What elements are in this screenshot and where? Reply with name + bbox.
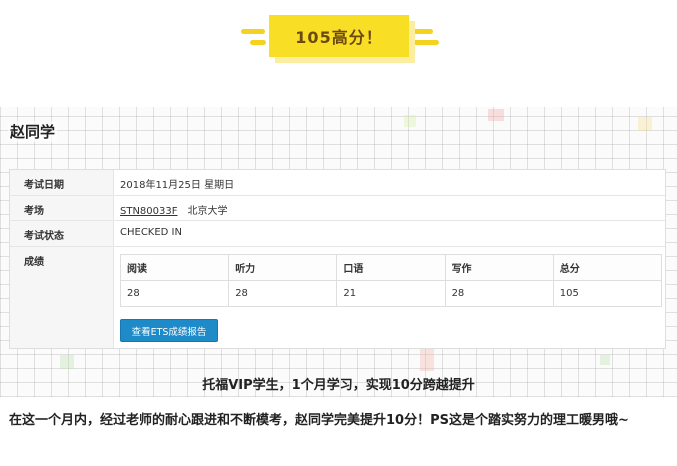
color-blot [404, 115, 416, 127]
header-reading: 阅读 [119, 254, 230, 281]
color-blot [600, 355, 610, 365]
decor-line [413, 40, 439, 45]
caption-title: 托福VIP学生，1个月学习，实现10分跨越提升 [202, 378, 475, 393]
headline-banner-area: 105高分！ [0, 0, 677, 100]
score-table: 阅读 听力 口语 写作 总分 28 28 21 28 105 [119, 254, 663, 307]
score-header-row: 阅读 听力 口语 写作 总分 [119, 254, 663, 281]
label-cell: 考试状态 [10, 221, 114, 246]
date-label: 考试日期 [24, 180, 64, 191]
center-label: 考场 [24, 206, 44, 217]
score-writing: 28 [444, 280, 554, 307]
label-cell: 考试日期 [10, 170, 114, 195]
label-cell: 成绩 [10, 247, 114, 348]
score-banner: 105高分！ [269, 15, 409, 57]
decor-line [241, 29, 265, 34]
view-ets-report-button[interactable]: 查看ETS成绩报告 [120, 319, 218, 342]
header-listening: 听力 [228, 254, 338, 281]
row-test-center: 考场 STN80033F 北京大学 [10, 196, 665, 221]
score-value-row: 28 28 21 28 105 [119, 280, 663, 307]
score-speaking: 21 [336, 280, 446, 307]
status-label: 考试状态 [24, 231, 64, 242]
header-writing: 写作 [444, 254, 554, 281]
color-blot [638, 117, 652, 131]
student-name: 赵同学 [8, 121, 58, 142]
header-speaking: 口语 [336, 254, 446, 281]
center-code-link[interactable]: STN80033F [120, 206, 178, 217]
score-reading: 28 [119, 280, 230, 307]
row-exam-date: 考试日期 2018年11月25日 星期日 [10, 170, 665, 196]
score-total: 105 [552, 280, 663, 307]
score-screenshot: 赵同学 考试日期 2018年11月25日 星期日 考场 STN80033F 北京大… [0, 107, 677, 397]
decor-line [250, 40, 266, 45]
color-blot [60, 355, 74, 369]
score-listening: 28 [228, 280, 338, 307]
label-cell: 考场 [10, 196, 114, 220]
center-value: STN80033F 北京大学 [120, 202, 228, 217]
description-paragraph: 在这一个月内，经过老师的耐心跟进和不断模考，赵同学完美提升10分！PS这是个踏实… [9, 413, 629, 428]
color-blot [420, 347, 434, 371]
header-total: 总分 [552, 254, 663, 281]
color-blot [488, 109, 504, 121]
center-name: 北京大学 [187, 206, 228, 217]
score-label: 成绩 [24, 257, 44, 268]
score-report-card: 考试日期 2018年11月25日 星期日 考场 STN80033F 北京大学 考试… [9, 169, 666, 349]
date-value: 2018年11月25日 星期日 [120, 180, 235, 191]
row-exam-status: 考试状态 CHECKED IN [10, 221, 665, 247]
status-value: CHECKED IN [120, 227, 182, 238]
decor-line [413, 29, 433, 34]
